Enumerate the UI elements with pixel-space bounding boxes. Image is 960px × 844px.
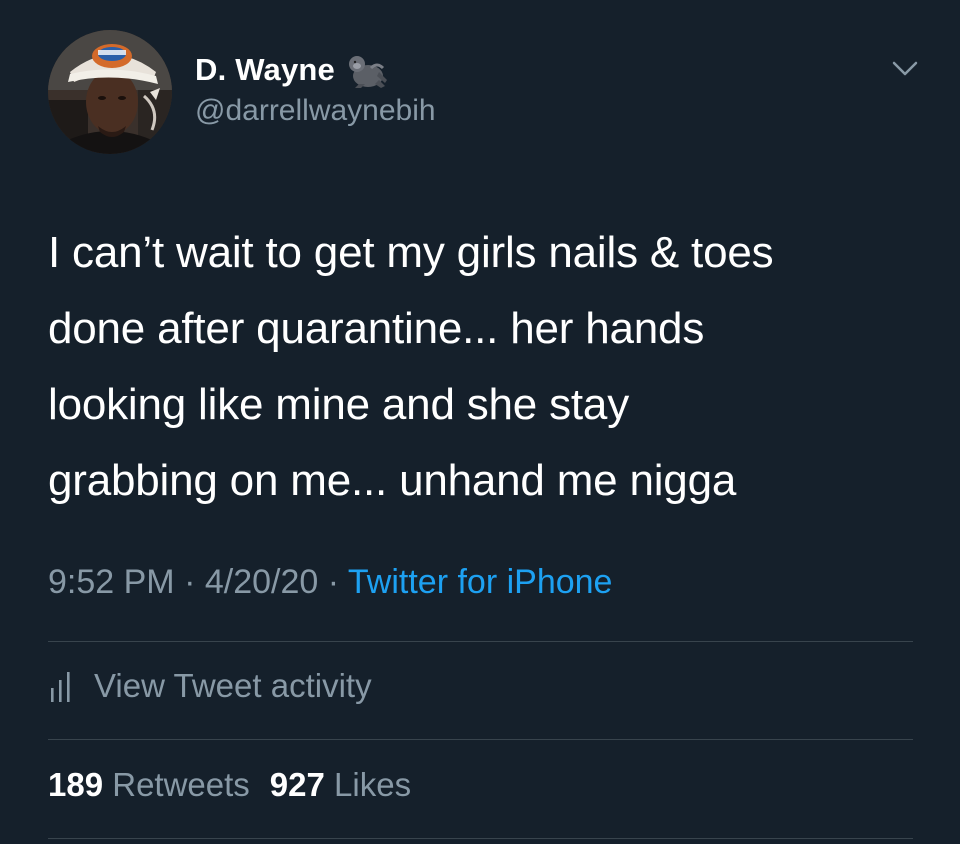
tweet-header: D. Wayne @darrellwaynebih <box>48 30 918 158</box>
meta-separator: · <box>318 563 348 601</box>
chevron-down-icon[interactable] <box>890 56 920 80</box>
bar-chart-icon <box>51 672 70 702</box>
tweet-text-line: looking like mine and she stay <box>48 380 629 429</box>
meta-separator: · <box>174 563 205 601</box>
tweet-date[interactable]: 4/20/20 <box>205 563 318 601</box>
likes-label: Likes <box>334 766 412 803</box>
tweet-source-link[interactable]: Twitter for iPhone <box>348 563 613 601</box>
tweet-detail: D. Wayne @darrellwaynebih I can’t wait t… <box>0 0 960 844</box>
avatar-photo <box>48 30 172 154</box>
activity-label: View Tweet activity <box>94 667 372 704</box>
engagement-stats: 189 Retweets 927 Likes <box>48 766 431 804</box>
divider <box>48 838 913 839</box>
likes-stat[interactable]: 927 Likes <box>270 766 411 803</box>
divider <box>48 641 913 642</box>
avatar[interactable] <box>48 30 172 154</box>
retweets-stat[interactable]: 189 Retweets <box>48 766 250 803</box>
retweets-label: Retweets <box>112 766 250 803</box>
view-tweet-activity-button[interactable]: View Tweet activity <box>48 667 372 705</box>
display-name-row: D. Wayne <box>195 50 436 90</box>
user-handle[interactable]: @darrellwaynebih <box>195 94 436 128</box>
tweet-time: 9:52 PM <box>48 563 175 601</box>
display-name[interactable]: D. Wayne <box>195 52 335 88</box>
gorilla-icon <box>345 50 391 90</box>
tweet-text-line: done after quarantine... her hands <box>48 304 705 353</box>
tweet-metadata: 9:52 PM · 4/20/20 · Twitter for iPhone <box>48 563 612 602</box>
divider <box>48 739 913 740</box>
retweets-count: 189 <box>48 766 104 803</box>
author-names: D. Wayne @darrellwaynebih <box>195 50 436 128</box>
tweet-text: I can’t wait to get my girls nails & toe… <box>48 215 918 519</box>
tweet-text-line: grabbing on me... unhand me nigga <box>48 456 737 505</box>
likes-count: 927 <box>269 766 325 803</box>
tweet-text-line: I can’t wait to get my girls nails & toe… <box>48 228 774 277</box>
